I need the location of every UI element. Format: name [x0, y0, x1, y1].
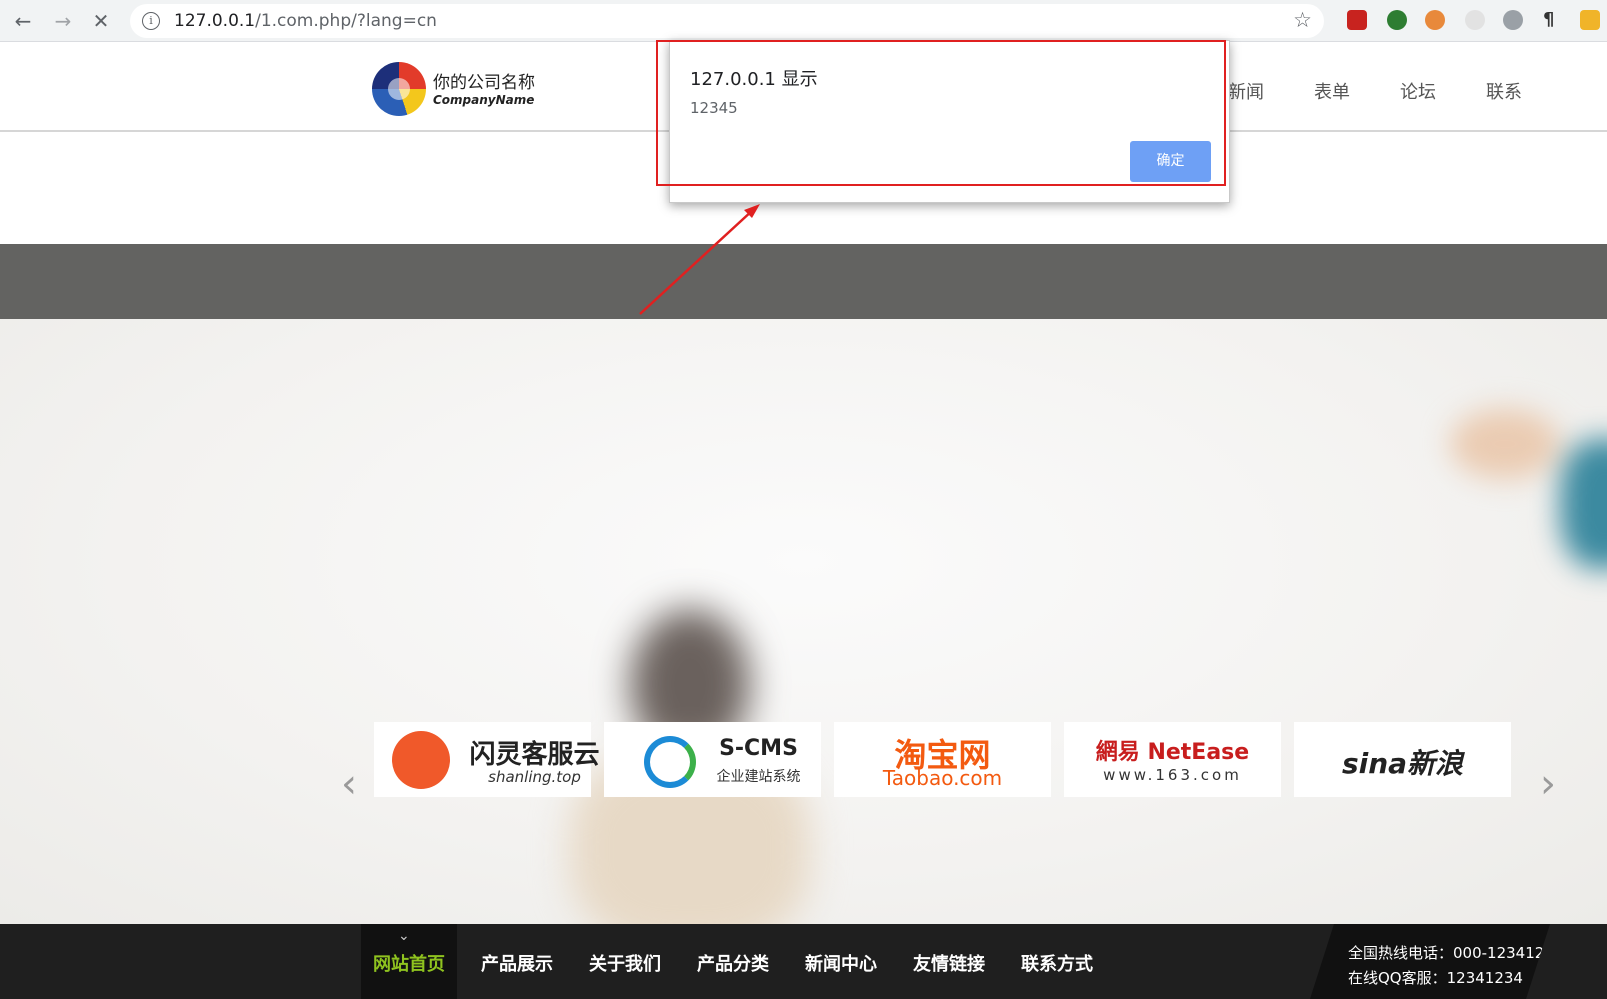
url-host: 127.0.0.1 [174, 11, 256, 31]
partner-logo-netease[interactable]: 網易 NetEase www.163.com [1064, 722, 1281, 797]
nav-item-forum[interactable]: 论坛 [1400, 78, 1436, 104]
partner-sub: www.163.com [1103, 766, 1242, 784]
hero-banner [0, 319, 1607, 924]
footer-nav-links[interactable]: 友情链接 [913, 950, 985, 976]
url-text[interactable]: 127.0.0.1/1.com.php/?lang=cn [174, 11, 437, 31]
forward-icon[interactable]: → [50, 8, 76, 34]
extra-extension-icon[interactable] [1580, 10, 1600, 30]
nav-item-news[interactable]: 新闻 [1228, 78, 1264, 104]
info-icon[interactable]: i [142, 12, 160, 30]
partner-logo-taobao[interactable]: 淘宝网 Taobao.com [834, 722, 1051, 797]
chevron-down-icon: ⌄ [398, 928, 410, 944]
nav-item-contact[interactable]: 联系 [1486, 78, 1522, 104]
company-logo-icon[interactable] [372, 62, 426, 116]
stop-icon[interactable]: ✕ [88, 8, 114, 34]
partner-name: 網易 NetEase [1095, 740, 1250, 765]
address-bar[interactable]: i 127.0.0.1/1.com.php/?lang=cn ☆ [130, 4, 1324, 38]
partner-logo-scms[interactable]: S-CMS 企业建站系统 [604, 722, 821, 797]
footer-nav-news[interactable]: 新闻中心 [805, 950, 877, 976]
partner-sub: Taobao.com [882, 766, 1003, 790]
hero-hand-image [1450, 399, 1607, 569]
bookmark-star-icon[interactable]: ☆ [1293, 8, 1312, 32]
footer-nav-products[interactable]: 产品展示 [481, 950, 553, 976]
partners-prev-icon[interactable]: ‹ [334, 764, 364, 804]
sphere-extension-icon[interactable] [1503, 10, 1523, 30]
partner-logo-shanling[interactable]: 闪灵客服云 shanling.top [374, 722, 600, 797]
logo-title[interactable]: 你的公司名称 [433, 68, 535, 93]
hotline-panel: 全国热线电话：000-1234123 在线QQ客服：12341234 [1310, 924, 1550, 999]
footer-nav-home[interactable]: 网站首页 [373, 950, 445, 976]
teapot-extension-icon[interactable] [1425, 10, 1445, 30]
browser-toolbar: ← → ✕ i 127.0.0.1/1.com.php/?lang=cn ☆ ¶ [0, 0, 1607, 42]
hotline-phone: 全国热线电话：000-1234123 [1348, 944, 1554, 962]
hotline-qq: 在线QQ客服：12341234 [1348, 969, 1523, 987]
partners-next-icon[interactable]: › [1533, 764, 1563, 804]
pilcrow-extension-icon[interactable]: ¶ [1543, 10, 1563, 30]
footer-nav-about[interactable]: 关于我们 [589, 950, 661, 976]
flash-extension-icon[interactable] [1347, 10, 1367, 30]
partner-name: sina新浪 [1341, 747, 1464, 780]
url-path: /1.com.php/?lang=cn [255, 11, 437, 31]
annotation-highlight-box [656, 40, 1226, 186]
nav-item-form[interactable]: 表单 [1314, 78, 1350, 104]
footer-nav-contact[interactable]: 联系方式 [1021, 950, 1093, 976]
globe-extension-icon[interactable] [1465, 10, 1485, 30]
banner-band [0, 244, 1607, 319]
footer-nav-categories[interactable]: 产品分类 [697, 950, 769, 976]
green-extension-icon[interactable] [1387, 10, 1407, 30]
back-icon[interactable]: ← [10, 8, 36, 34]
logo-subtitle[interactable]: CompanyName [433, 93, 534, 107]
partner-logo-sina[interactable]: sina新浪 [1294, 722, 1511, 797]
